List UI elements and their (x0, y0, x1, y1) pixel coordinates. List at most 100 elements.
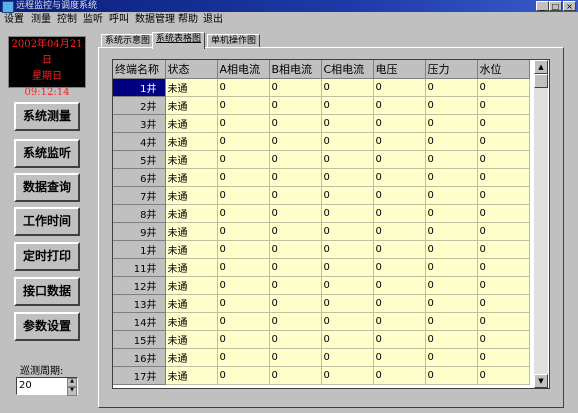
value-cell[interactable]: 0 (217, 330, 270, 349)
value-cell[interactable]: 0 (321, 168, 374, 187)
table-row[interactable]: 8井 未通 0 0 0 0 0 0 (113, 204, 530, 223)
value-cell[interactable]: 0 (269, 204, 322, 223)
menu-control[interactable]: 控制 (57, 13, 77, 26)
value-cell[interactable]: 0 (373, 204, 426, 223)
value-cell[interactable]: 0 (425, 276, 478, 295)
value-cell[interactable]: 0 (321, 240, 374, 259)
column-header[interactable]: 电压 (373, 60, 426, 79)
value-cell[interactable]: 0 (269, 312, 322, 331)
menu-help[interactable]: 帮助 (178, 13, 198, 26)
value-cell[interactable]: 0 (425, 204, 478, 223)
column-header[interactable]: B相电流 (269, 60, 322, 79)
value-cell[interactable]: 0 (477, 348, 530, 367)
column-header[interactable]: 状态 (165, 60, 218, 79)
value-cell[interactable]: 0 (321, 204, 374, 223)
value-cell[interactable]: 0 (425, 150, 478, 169)
value-cell[interactable]: 0 (217, 294, 270, 313)
terminal-name-cell[interactable]: 5井 (113, 150, 166, 169)
value-cell[interactable]: 0 (217, 222, 270, 241)
value-cell[interactable]: 0 (425, 186, 478, 205)
value-cell[interactable]: 0 (321, 114, 374, 133)
scroll-up-icon[interactable]: ▲ (534, 60, 548, 74)
table-row[interactable]: 3井 未通 0 0 0 0 0 0 (113, 114, 530, 133)
column-header[interactable]: 水位 (477, 60, 530, 79)
value-cell[interactable]: 0 (373, 168, 426, 187)
menu-call[interactable]: 呼叫 (109, 13, 129, 26)
value-cell[interactable]: 0 (477, 186, 530, 205)
tab-system-diagram[interactable]: 系统示意图 (101, 34, 155, 48)
value-cell[interactable]: 0 (269, 330, 322, 349)
value-cell[interactable]: 0 (373, 186, 426, 205)
value-cell[interactable]: 0 (477, 366, 530, 385)
value-cell[interactable]: 0 (321, 96, 374, 115)
value-cell[interactable]: 0 (477, 114, 530, 133)
minimize-button[interactable]: _ (536, 1, 549, 11)
value-cell[interactable]: 0 (217, 78, 270, 97)
scroll-thumb[interactable] (534, 74, 548, 88)
table-row[interactable]: 5井 未通 0 0 0 0 0 0 (113, 150, 530, 169)
value-cell[interactable]: 0 (217, 96, 270, 115)
status-cell[interactable]: 未通 (165, 78, 218, 97)
status-cell[interactable]: 未通 (165, 366, 218, 385)
value-cell[interactable]: 0 (425, 366, 478, 385)
value-cell[interactable]: 0 (269, 186, 322, 205)
value-cell[interactable]: 0 (477, 132, 530, 151)
value-cell[interactable]: 0 (373, 96, 426, 115)
terminal-name-cell[interactable]: 17井 (113, 366, 166, 385)
value-cell[interactable]: 0 (425, 132, 478, 151)
value-cell[interactable]: 0 (373, 150, 426, 169)
value-cell[interactable]: 0 (373, 330, 426, 349)
value-cell[interactable]: 0 (425, 294, 478, 313)
menu-settings[interactable]: 设置 (4, 13, 24, 26)
value-cell[interactable]: 0 (217, 240, 270, 259)
value-cell[interactable]: 0 (269, 114, 322, 133)
value-cell[interactable]: 0 (321, 312, 374, 331)
value-cell[interactable]: 0 (269, 132, 322, 151)
table-row[interactable]: 17井 未通 0 0 0 0 0 0 (113, 366, 530, 385)
value-cell[interactable]: 0 (269, 96, 322, 115)
value-cell[interactable]: 0 (217, 276, 270, 295)
value-cell[interactable]: 0 (477, 150, 530, 169)
value-cell[interactable]: 0 (477, 276, 530, 295)
terminal-name-cell[interactable]: 16井 (113, 348, 166, 367)
value-cell[interactable]: 0 (269, 240, 322, 259)
table-row[interactable]: 1井 未通 0 0 0 0 0 0 (113, 78, 530, 97)
value-cell[interactable]: 0 (217, 366, 270, 385)
status-cell[interactable]: 未通 (165, 330, 218, 349)
value-cell[interactable]: 0 (373, 222, 426, 241)
close-button[interactable]: × (563, 1, 576, 11)
tab-system-table[interactable]: 系统表格图 (152, 32, 206, 49)
status-cell[interactable]: 未通 (165, 258, 218, 277)
value-cell[interactable]: 0 (269, 258, 322, 277)
value-cell[interactable]: 0 (321, 294, 374, 313)
value-cell[interactable]: 0 (425, 96, 478, 115)
value-cell[interactable]: 0 (217, 186, 270, 205)
table-row[interactable]: 6井 未通 0 0 0 0 0 0 (113, 168, 530, 187)
system-monitor-button[interactable]: 系统监听 (14, 139, 80, 168)
value-cell[interactable]: 0 (477, 222, 530, 241)
menu-data-management[interactable]: 数据管理 (135, 13, 175, 26)
spin-up-icon[interactable]: ▲ (67, 378, 77, 387)
value-cell[interactable]: 0 (425, 114, 478, 133)
spin-down-icon[interactable]: ▼ (67, 387, 77, 396)
value-cell[interactable]: 0 (217, 114, 270, 133)
status-cell[interactable]: 未通 (165, 312, 218, 331)
value-cell[interactable]: 0 (425, 312, 478, 331)
value-cell[interactable]: 0 (321, 132, 374, 151)
value-cell[interactable]: 0 (321, 222, 374, 241)
scroll-down-icon[interactable]: ▼ (534, 374, 548, 388)
value-cell[interactable]: 0 (217, 312, 270, 331)
value-cell[interactable]: 0 (477, 330, 530, 349)
value-cell[interactable]: 0 (373, 348, 426, 367)
value-cell[interactable]: 0 (373, 78, 426, 97)
work-time-button[interactable]: 工作时间 (14, 207, 80, 236)
value-cell[interactable]: 0 (217, 204, 270, 223)
column-header[interactable]: C相电流 (321, 60, 374, 79)
terminal-name-cell[interactable]: 7井 (113, 186, 166, 205)
value-cell[interactable]: 0 (425, 258, 478, 277)
status-cell[interactable]: 未通 (165, 186, 218, 205)
value-cell[interactable]: 0 (425, 348, 478, 367)
value-cell[interactable]: 0 (269, 222, 322, 241)
value-cell[interactable]: 0 (321, 330, 374, 349)
value-cell[interactable]: 0 (217, 258, 270, 277)
